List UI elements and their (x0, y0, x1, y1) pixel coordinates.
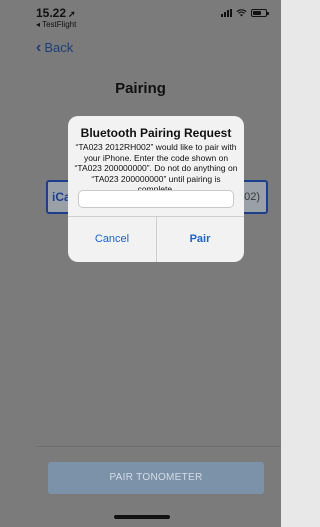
pairing-code-input[interactable] (78, 190, 234, 208)
status-time: 15.22 ➚ (36, 6, 76, 20)
bluetooth-pairing-alert: Bluetooth Pairing Request “TA023 2012RH0… (68, 116, 244, 262)
page-title: Pairing (115, 80, 166, 97)
footer-divider (36, 446, 281, 447)
back-to-testflight-link[interactable]: ◂ TestFlight (36, 20, 76, 29)
home-indicator[interactable] (114, 515, 170, 519)
cellular-signal-icon (221, 9, 232, 17)
wifi-icon (236, 9, 247, 17)
status-bar: 15.22 ➚ ◂ TestFlight (0, 0, 281, 34)
device-list-item-id: 02) (244, 191, 260, 203)
alert-message: “TA023 2012RH002” would like to pair wit… (74, 142, 238, 194)
time-text: 15.22 (36, 6, 67, 20)
phone-screen: 15.22 ➚ ◂ TestFlight ‹ Back Pairing iCa 0… (0, 0, 281, 527)
status-icons (221, 9, 269, 17)
pair-tonometer-button[interactable]: PAIR TONOMETER (48, 462, 264, 494)
back-button[interactable]: ‹ Back (36, 39, 74, 56)
location-arrow-icon: ➚ (68, 9, 76, 19)
chevron-left-icon: ‹ (36, 39, 42, 56)
pair-button[interactable]: Pair (156, 216, 244, 262)
cancel-button[interactable]: Cancel (68, 216, 156, 262)
back-label: Back (44, 40, 74, 55)
alert-title: Bluetooth Pairing Request (80, 126, 232, 140)
battery-icon (251, 9, 269, 17)
